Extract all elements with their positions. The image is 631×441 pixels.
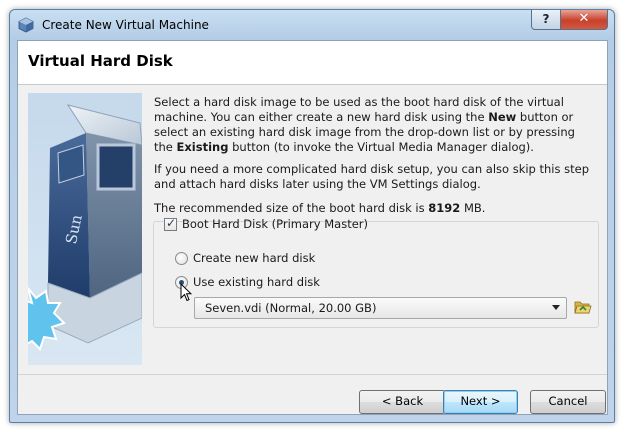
- title-bar[interactable]: Create New Virtual Machine ? ✕: [10, 10, 614, 40]
- window-title: Create New Virtual Machine: [42, 18, 209, 32]
- next-button[interactable]: Next >: [443, 390, 518, 414]
- hard-disk-select-value: Seven.vdi (Normal, 20.00 GB): [205, 301, 377, 315]
- description-text: The recommended size of the boot hard di…: [154, 201, 429, 215]
- boot-hard-disk-label: Boot Hard Disk (Primary Master): [182, 217, 368, 231]
- description-paragraph-2: If you need a more complicated hard disk…: [154, 162, 590, 191]
- dialog-body: Virtual Hard Disk Sun Select a hard disk…: [17, 40, 608, 415]
- checkmark-icon: ✓: [166, 216, 177, 230]
- back-button[interactable]: < Back: [359, 390, 446, 414]
- recommended-size-text: The recommended size of the boot hard di…: [154, 201, 597, 216]
- cancel-button[interactable]: Cancel: [530, 390, 606, 414]
- recommended-size-value: 8192: [428, 201, 461, 215]
- virtualbox-app-icon: [18, 17, 34, 33]
- footer-separator: [18, 374, 607, 375]
- virtualbox-cube-illustration: Sun: [28, 104, 142, 351]
- close-button[interactable]: ✕: [560, 10, 608, 30]
- dialog-window: Create New Virtual Machine ? ✕ Virtual H…: [9, 9, 615, 423]
- page-header: Virtual Hard Disk: [18, 41, 607, 85]
- create-new-disk-label: Create new hard disk: [193, 251, 316, 265]
- checkbox-box[interactable]: ✓: [164, 216, 177, 231]
- description-new-keyword: New: [488, 110, 517, 124]
- description-text: MB.: [460, 201, 486, 215]
- use-existing-disk-label: Use existing hard disk: [193, 275, 320, 289]
- radio-button[interactable]: [175, 252, 188, 265]
- help-label: ?: [542, 12, 550, 26]
- hard-disk-select[interactable]: Seven.vdi (Normal, 20.00 GB): [194, 297, 567, 319]
- chevron-down-icon[interactable]: [552, 305, 560, 310]
- folder-open-icon[interactable]: [574, 298, 592, 316]
- help-button[interactable]: ?: [531, 10, 561, 30]
- boot-hard-disk-checkbox[interactable]: ✓ Boot Hard Disk (Primary Master): [164, 216, 368, 233]
- page-title: Virtual Hard Disk: [28, 52, 173, 70]
- description-text: button (to invoke the Virtual Media Mana…: [228, 140, 534, 154]
- close-icon: ✕: [578, 11, 590, 26]
- mouse-pointer-icon: [180, 283, 192, 302]
- virtualbox-logo-image: Sun: [28, 93, 142, 365]
- description-existing-keyword: Existing: [176, 140, 229, 154]
- description-paragraph-1: Select a hard disk image to be used as t…: [154, 95, 597, 155]
